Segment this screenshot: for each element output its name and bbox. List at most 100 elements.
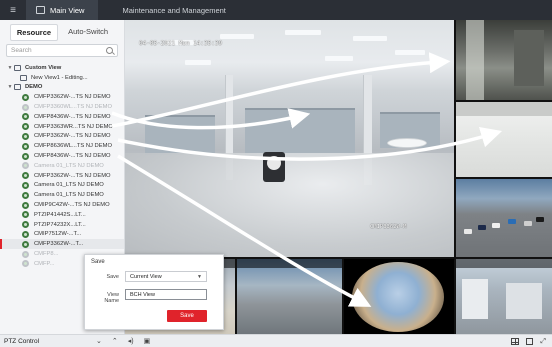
window-icon[interactable] <box>526 338 534 345</box>
monitor-icon <box>36 6 45 14</box>
camera-label: CMFP3362W-...TS NJ DEMO <box>34 172 111 179</box>
camera-item[interactable]: PTZIP41442S...LT... <box>0 210 124 220</box>
save-view-icon[interactable]: ▣ <box>144 337 151 345</box>
panel-tabs: Resource Auto-Switch <box>6 24 118 41</box>
camera-item[interactable]: CMFP8436W-...TS NJ DEMO <box>0 112 124 122</box>
camera-label: Camera 01_LTS NJ DEMO <box>34 182 104 189</box>
search-icon[interactable] <box>106 47 113 54</box>
round-table <box>387 138 427 148</box>
camera-item[interactable]: Camera 01_LTS NJ DEMO <box>0 161 124 171</box>
audio-icon[interactable]: ◂) <box>128 337 134 345</box>
video-tile[interactable] <box>456 102 552 177</box>
osd-timestamp: 04-05-2021 Mon 14:35:39 <box>139 40 223 47</box>
tab-auto-switch[interactable]: Auto-Switch <box>62 24 114 41</box>
chevron-down-icon: ▼ <box>197 273 202 280</box>
camera-label: CMIP9C42W-...TS NJ DEMO <box>34 202 110 209</box>
ceiling-light <box>285 30 321 35</box>
camera-label: PTZIP74232X...LT... <box>34 221 86 228</box>
camera-item[interactable]: CMFP8436W-...TS NJ DEMO <box>0 151 124 161</box>
ceiling-light <box>353 36 387 41</box>
fullscreen-icon[interactable]: ⤢ <box>540 338 546 346</box>
camera-label: CMFP8436W-...TS NJ DEMO <box>34 113 111 120</box>
save-select[interactable]: Current View ▼ <box>125 271 207 282</box>
tree-group-custom-view[interactable]: ▼ Custom View <box>0 63 124 73</box>
camera-item[interactable]: CMIP7512W-...T... <box>0 230 124 240</box>
cubicle <box>145 115 215 155</box>
search-input[interactable]: Search <box>6 44 118 57</box>
view-label: New View1 - Editing... <box>31 74 88 81</box>
camera-item[interactable]: CMFP3363WR...TS NJ DEMO <box>0 122 124 132</box>
camera-item[interactable]: PTZIP74232X...LT... <box>0 220 124 230</box>
save-button[interactable]: Save <box>167 310 207 322</box>
camera-item[interactable]: CMFP3362W-...TS NJ DEMO <box>0 171 124 181</box>
camera-list: CMFP3362W-...TS NJ DEMO CMFP3360WL...TS N… <box>0 92 124 268</box>
camera-icon <box>22 162 29 170</box>
video-tile-fisheye[interactable] <box>344 259 454 334</box>
camera-icon <box>22 240 29 248</box>
camera-item[interactable]: Camera 01_LTS NJ DEMO <box>0 181 124 191</box>
camera-label: CMFP3360WL...TS NJ DEMO <box>34 104 112 111</box>
ceiling-light <box>395 50 425 55</box>
tree-group-demo[interactable]: ▼ DEMO <box>0 83 124 93</box>
dialog-title: Save <box>91 259 105 265</box>
tab-main-view[interactable]: Main View <box>26 0 99 20</box>
camera-item[interactable]: CMFP8636WL...TS NJ DEMO <box>0 141 124 151</box>
expand-icon[interactable]: ▼ <box>6 65 14 71</box>
tab-maintenance[interactable]: Maintenance and Management <box>98 0 243 34</box>
camera-icon <box>22 172 29 180</box>
camera-icon <box>22 142 29 150</box>
camera-item[interactable]: Camera 01_LTS NJ DEMO <box>0 190 124 200</box>
camera-label: Camera 01_LTS NJ DEMO <box>34 162 104 169</box>
osd-camera-name: CMIP3362W-M <box>370 224 407 230</box>
video-tile[interactable] <box>456 259 552 334</box>
view-name-label: View Name <box>104 292 119 304</box>
expand-icon[interactable]: ▼ <box>6 84 14 90</box>
folder-icon <box>14 84 21 91</box>
tab-label: Maintenance and Management <box>122 5 226 15</box>
video-tile[interactable] <box>456 20 552 100</box>
camera-item[interactable]: CMIP9C42W-...TS NJ DEMO <box>0 200 124 210</box>
camera-item[interactable]: CMFP3360WL...TS NJ DEMO <box>0 102 124 112</box>
menu-icon[interactable]: ≡ <box>0 0 26 20</box>
folder-icon <box>14 64 21 71</box>
ceiling-light <box>325 56 353 61</box>
camera-label: CMIP7512W-...T... <box>34 231 82 238</box>
video-tile[interactable] <box>237 259 342 334</box>
camera-label: CMFP3362W-...TS NJ DEMO <box>34 94 111 101</box>
camera-icon <box>22 152 29 160</box>
camera-item[interactable]: CMFP3362W-...TS NJ DEMO <box>0 92 124 102</box>
tab-resource[interactable]: Resource <box>9 24 59 41</box>
camera-label: CMFP3362W-...T... <box>34 241 84 248</box>
chevron-up-icon[interactable]: ⌃ <box>112 337 118 345</box>
ceiling-light <box>185 60 211 65</box>
ptz-control-label[interactable]: PTZ Control <box>0 338 96 345</box>
chevron-down-icon[interactable]: ⌄ <box>96 337 102 345</box>
search-placeholder: Search <box>11 47 32 54</box>
video-tile-main[interactable]: 04-05-2021 Mon 14:35:39 CMIP3362W-M <box>125 20 454 257</box>
camera-item[interactable]: CMFP3362W-...T... <box>0 239 124 250</box>
group-label: Custom View <box>25 64 62 71</box>
camera-label: CMFP3363WR...TS NJ DEMO <box>34 123 113 130</box>
camera-icon <box>22 132 29 140</box>
video-tile[interactable] <box>456 179 552 257</box>
layout-icon[interactable] <box>511 338 520 345</box>
tab-label: Main View <box>50 5 85 15</box>
camera-icon <box>22 103 29 111</box>
save-select-value: Current View <box>130 273 162 280</box>
camera-icon <box>22 221 29 229</box>
camera-label: CMFP8436W-...TS NJ DEMO <box>34 153 111 160</box>
camera-icon <box>22 250 29 258</box>
camera-icon <box>22 113 29 121</box>
view-name-value: BCH View <box>130 291 155 298</box>
camera-icon <box>22 93 29 101</box>
camera-icon <box>22 211 29 219</box>
camera-item[interactable]: CMFP3362W-...TS NJ DEMO <box>0 132 124 142</box>
camera-icon <box>22 230 29 238</box>
tree-item-view[interactable]: New View1 - Editing... <box>0 73 124 83</box>
save-view-dialog: Save Save Current View ▼ View Name BCH V… <box>84 254 224 330</box>
view-name-input[interactable]: BCH View <box>125 289 207 300</box>
fisheye-view <box>352 262 444 332</box>
camera-icon <box>22 260 29 268</box>
camera-label: Camera 01_LTS NJ DEMO <box>34 192 104 199</box>
camera-label: CMFP8636WL...TS NJ DEMO <box>34 143 112 150</box>
